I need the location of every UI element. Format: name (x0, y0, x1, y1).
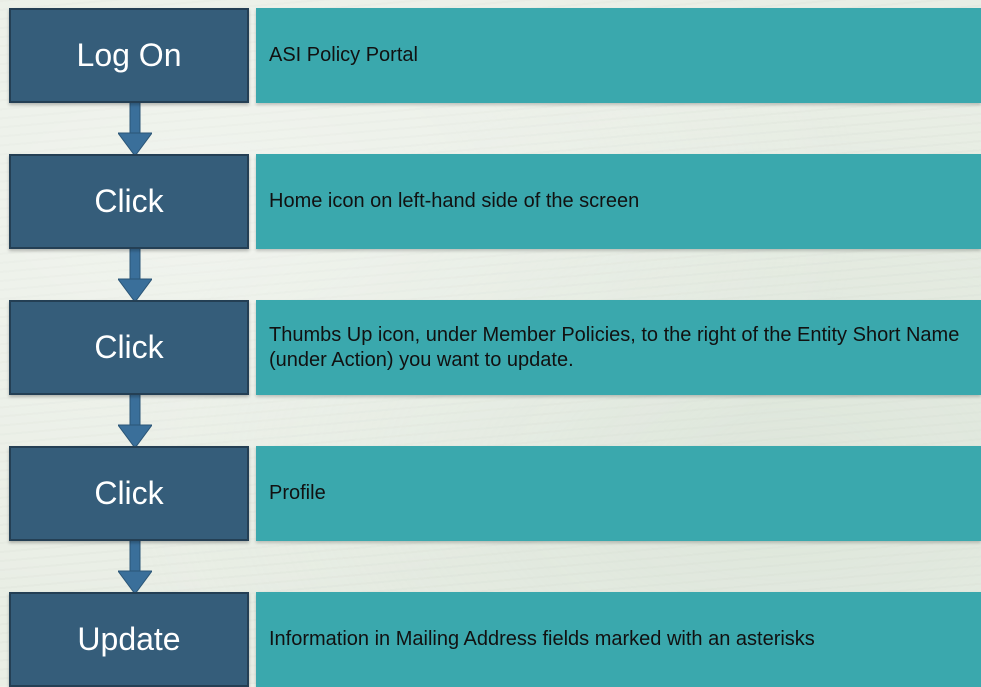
down-arrow-icon (118, 539, 152, 594)
step-description-text: Thumbs Up icon, under Member Policies, t… (269, 323, 960, 371)
step-action-label: Log On (9, 8, 249, 103)
step-description: ASI Policy Portal (256, 8, 981, 103)
step-action-label: Update (9, 592, 249, 687)
step-action-label: Click (9, 300, 249, 395)
step-description-text: ASI Policy Portal (269, 44, 418, 66)
step-description-text: Information in Mailing Address fields ma… (269, 628, 815, 650)
flow-step-log-on: Log On ASI Policy Portal (9, 8, 981, 103)
step-description: Thumbs Up icon, under Member Policies, t… (256, 300, 981, 395)
step-action-label: Click (9, 154, 249, 249)
step-description: Home icon on left-hand side of the scree… (256, 154, 981, 249)
step-action-label: Click (9, 446, 249, 541)
step-description: Profile (256, 446, 981, 541)
flow-step-click-profile: Click Profile (9, 446, 981, 541)
process-flow-diagram: Log On ASI Policy Portal Click Home icon… (0, 0, 981, 687)
down-arrow-icon (118, 393, 152, 448)
step-description-text: Home icon on left-hand side of the scree… (269, 190, 640, 212)
flow-step-click-thumbs-up: Click Thumbs Up icon, under Member Polic… (9, 300, 981, 395)
down-arrow-icon (118, 101, 152, 156)
down-arrow-icon (118, 247, 152, 302)
step-description: Information in Mailing Address fields ma… (256, 592, 981, 687)
flow-step-click-home: Click Home icon on left-hand side of the… (9, 154, 981, 249)
step-description-text: Profile (269, 482, 326, 504)
flow-step-update: Update Information in Mailing Address fi… (9, 592, 981, 687)
